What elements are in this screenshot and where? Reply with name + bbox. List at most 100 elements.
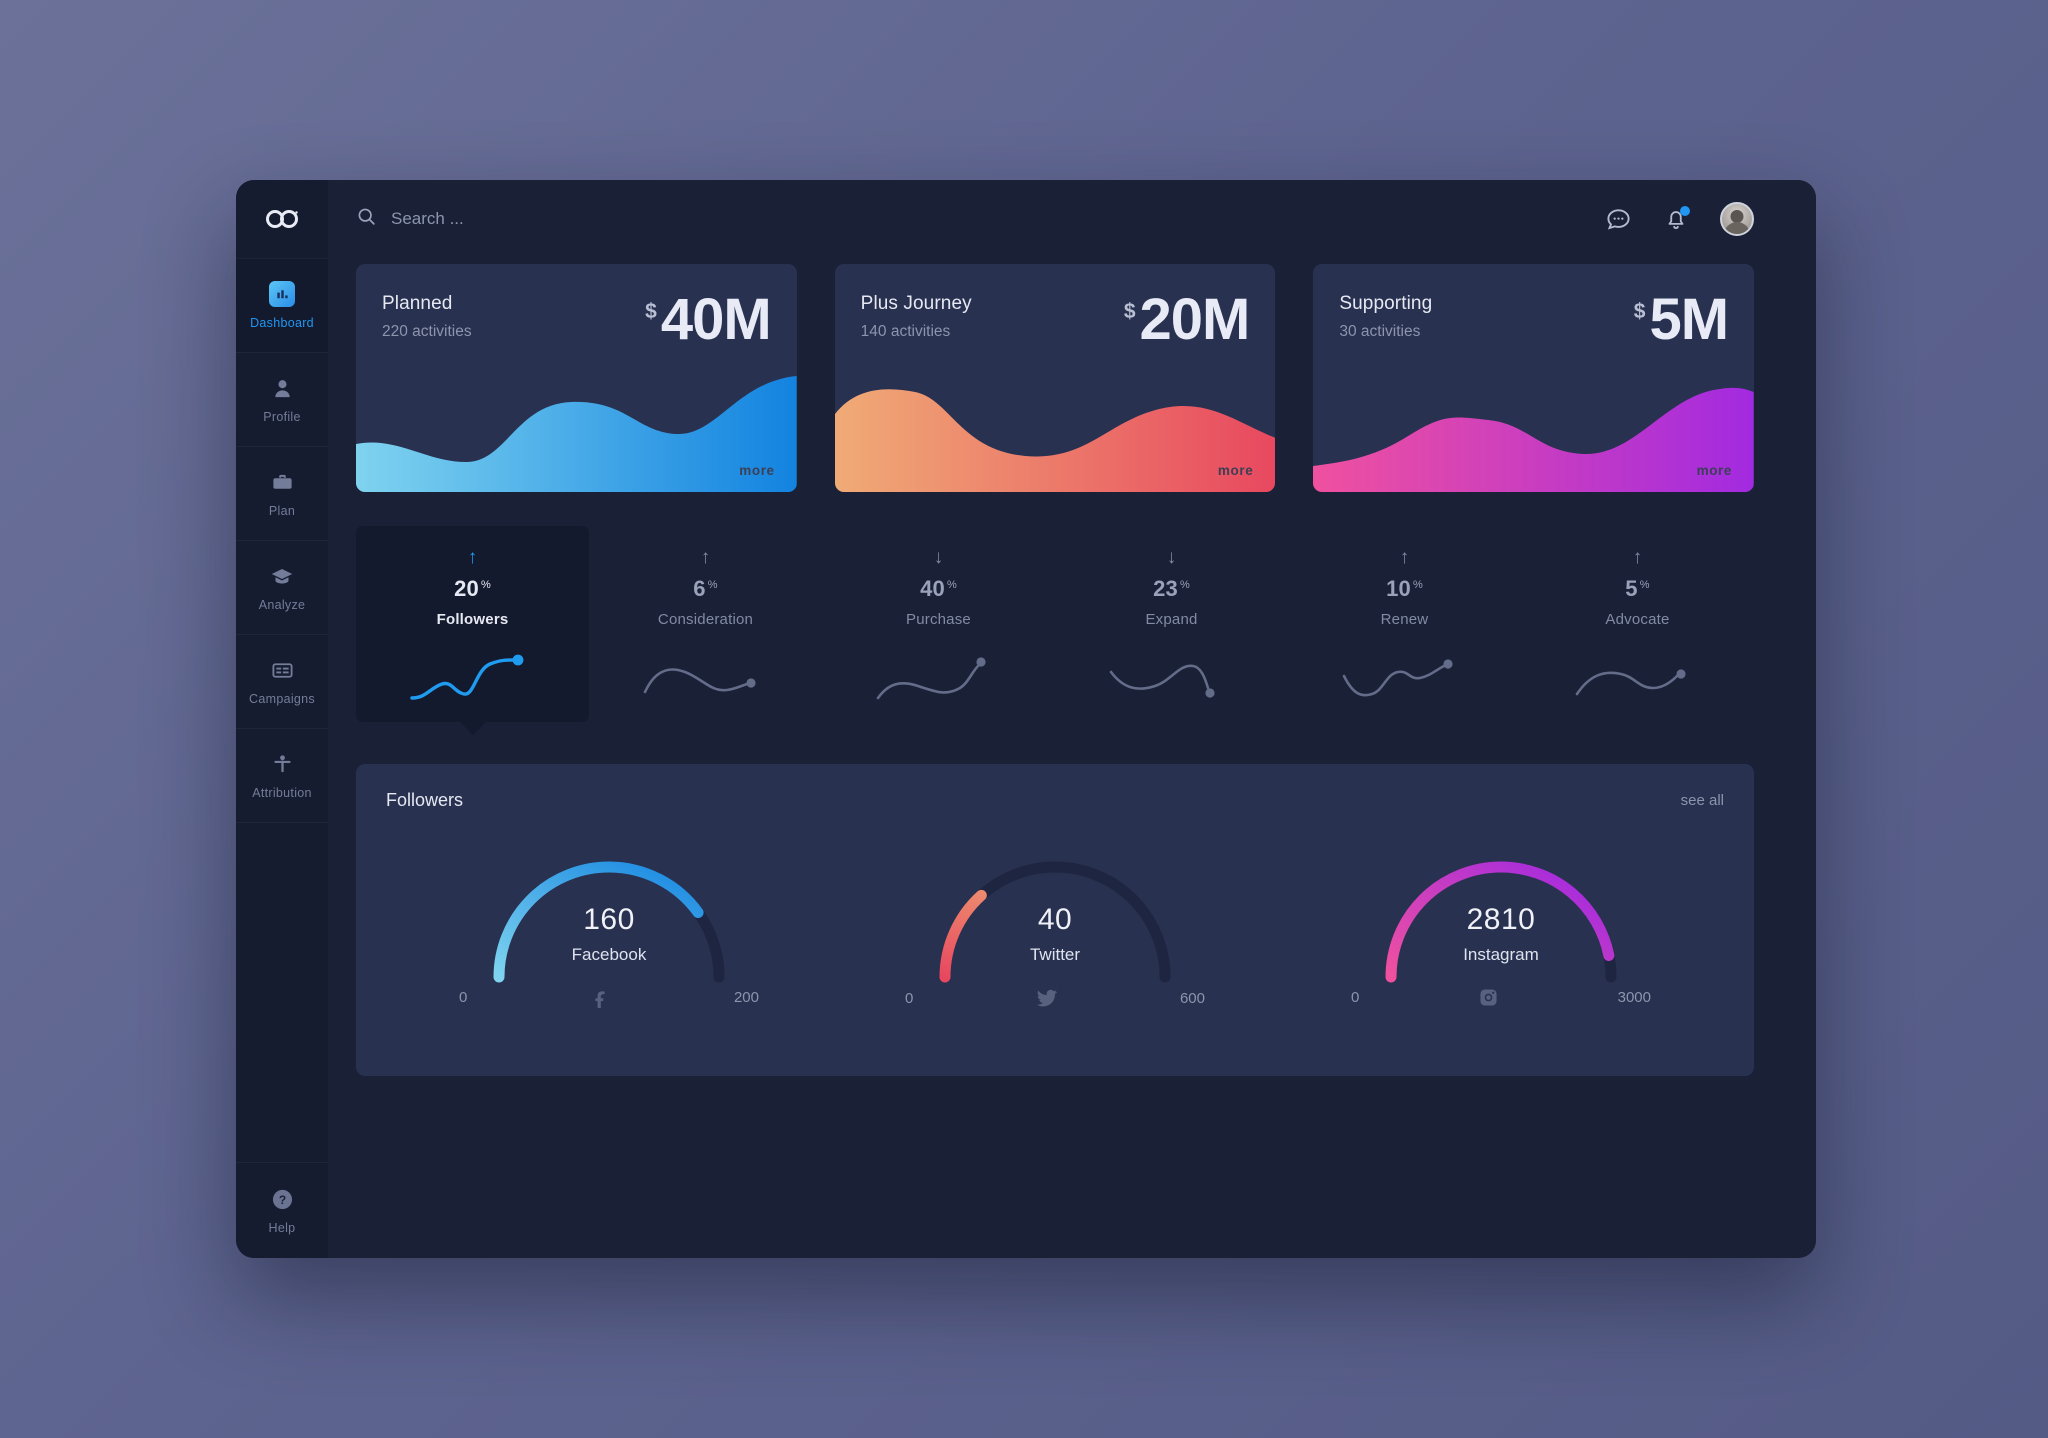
facebook-icon xyxy=(590,987,611,1008)
kpi-title: Supporting xyxy=(1339,293,1433,314)
kpi-wave-chart xyxy=(356,366,797,492)
notification-badge xyxy=(1680,206,1690,216)
trend-down-icon: ↓ xyxy=(1166,547,1177,568)
search-bar[interactable] xyxy=(356,206,1604,232)
avatar[interactable] xyxy=(1720,202,1754,236)
sidebar-item-analyze[interactable]: Analyze xyxy=(236,540,328,634)
sidebar-item-plan[interactable]: Plan xyxy=(236,446,328,540)
funnel-value: 10% xyxy=(1386,576,1423,602)
funnel-value-number: 40 xyxy=(920,576,945,601)
funnel-item-renew[interactable]: ↑ 10% Renew xyxy=(1288,526,1521,722)
bell-icon[interactable] xyxy=(1662,205,1690,233)
app-logo[interactable] xyxy=(236,180,328,258)
funnel-value-unit: % xyxy=(707,578,718,591)
funnel-label: Expand xyxy=(1145,611,1198,628)
funnel-value-number: 6 xyxy=(693,576,706,601)
gauge-center-labels: 40 Twitter xyxy=(905,903,1205,965)
gauge-center-labels: 2810 Instagram xyxy=(1351,903,1651,965)
svg-text:?: ? xyxy=(278,1192,285,1206)
funnel-value: 20% xyxy=(454,576,491,602)
app-window: Dashboard Profile Plan Analyze Campaigns… xyxy=(236,180,1816,1258)
kpi-value: 5M xyxy=(1649,287,1729,352)
kpi-card-row: Planned 220 activities $ 40M more Plus J… xyxy=(356,264,1755,492)
kpi-subtitle: 30 activities xyxy=(1339,323,1421,340)
kpi-subtitle: 140 activities xyxy=(860,323,951,340)
bar-chart-icon xyxy=(269,281,295,307)
infinity-logo-icon xyxy=(262,207,302,231)
chat-bubble-icon[interactable] xyxy=(1604,205,1632,233)
sidebar-item-label: Campaigns xyxy=(249,692,315,706)
funnel-value-number: 23 xyxy=(1153,576,1178,601)
gauge-arc: 40 Twitter xyxy=(905,817,1205,985)
funnel-value: 5% xyxy=(1625,576,1649,602)
see-all-link[interactable]: see all xyxy=(1681,792,1724,809)
followers-panel: Followers see all 160 Facebook 0 200 40 … xyxy=(356,764,1754,1076)
funnel-value: 23% xyxy=(1153,576,1190,602)
funnel-value-number: 5 xyxy=(1625,576,1638,601)
kpi-currency: $ xyxy=(1123,300,1136,323)
person-arms-icon xyxy=(269,751,295,777)
gauge-center-labels: 160 Facebook xyxy=(459,903,759,965)
sidebar-item-label: Attribution xyxy=(252,786,312,800)
sidebar-nav: Dashboard Profile Plan Analyze Campaigns… xyxy=(236,258,328,822)
funnel-value-unit: % xyxy=(1639,578,1650,591)
kpi-card-supporting[interactable]: Supporting 30 activities $ 5M more xyxy=(1313,264,1755,492)
funnel-sparkline xyxy=(641,648,771,704)
more-link[interactable]: more xyxy=(1697,463,1732,478)
funnel-metrics-row: ↑ 20% Followers ↑ 6% Consideration ↓ 40 … xyxy=(356,526,1754,722)
sidebar-item-label: Dashboard xyxy=(250,316,314,330)
gauge-facebook[interactable]: 160 Facebook 0 200 xyxy=(386,817,832,1009)
gauge-name: Twitter xyxy=(1029,945,1081,964)
gauge-axis-max: 3000 xyxy=(1617,989,1651,1006)
kpi-currency: $ xyxy=(1633,300,1646,323)
gauge-axis-max: 600 xyxy=(1179,989,1205,1007)
sidebar-item-attribution[interactable]: Attribution xyxy=(236,728,328,822)
gauge-instagram[interactable]: 2810 Instagram 0 3000 xyxy=(1278,817,1724,1009)
sidebar-item-help[interactable]: ? Help xyxy=(236,1162,328,1258)
funnel-label: Renew xyxy=(1380,611,1429,628)
trend-down-icon: ↓ xyxy=(933,547,944,568)
funnel-sparkline xyxy=(1573,648,1703,704)
funnel-item-purchase[interactable]: ↓ 40% Purchase xyxy=(822,526,1055,722)
user-icon xyxy=(269,375,295,401)
search-input[interactable] xyxy=(391,209,711,229)
gauge-name: Facebook xyxy=(571,945,647,964)
twitter-icon xyxy=(1036,987,1058,1009)
funnel-item-expand[interactable]: ↓ 23% Expand xyxy=(1055,526,1288,722)
gauge-axis-min: 0 xyxy=(1351,989,1360,1006)
sidebar-item-campaigns[interactable]: Campaigns xyxy=(236,634,328,728)
gauge-axis-min: 0 xyxy=(905,989,914,1007)
topbar-actions xyxy=(1604,202,1754,236)
kpi-value: 20M xyxy=(1139,287,1251,352)
funnel-value: 40% xyxy=(920,576,957,602)
sidebar-item-label: Profile xyxy=(263,410,301,424)
funnel-label: Followers xyxy=(436,611,509,628)
gauge-axis: 0 3000 xyxy=(1351,987,1651,1008)
gauge-chart-row: 160 Facebook 0 200 40 Twitter 0 600 2810… xyxy=(386,817,1724,1009)
kpi-card-planned[interactable]: Planned 220 activities $ 40M more xyxy=(356,264,797,492)
gauge-value: 160 xyxy=(583,903,635,936)
sidebar-item-profile[interactable]: Profile xyxy=(236,352,328,446)
funnel-item-consideration[interactable]: ↑ 6% Consideration xyxy=(589,526,822,722)
funnel-value-unit: % xyxy=(1179,578,1190,591)
funnel-value-unit: % xyxy=(1412,578,1423,591)
gauge-arc: 2810 Instagram xyxy=(1351,817,1651,985)
gauge-twitter[interactable]: 40 Twitter 0 600 xyxy=(832,817,1278,1009)
trend-up-icon: ↑ xyxy=(467,547,478,568)
dashboard-content: Planned 220 activities $ 40M more Plus J… xyxy=(328,258,1816,1076)
funnel-value-unit: % xyxy=(946,578,957,591)
more-link[interactable]: more xyxy=(1218,463,1253,478)
gauge-axis: 0 200 xyxy=(459,987,759,1008)
panel-header: Followers see all xyxy=(386,790,1724,811)
kpi-card-plus-journey[interactable]: Plus Journey 140 activities $ 20M more xyxy=(834,264,1276,492)
funnel-label: Consideration xyxy=(657,611,754,628)
more-link[interactable]: more xyxy=(739,463,774,478)
funnel-item-followers[interactable]: ↑ 20% Followers xyxy=(356,526,589,722)
sidebar-item-label: Help xyxy=(268,1221,296,1235)
sidebar-item-dashboard[interactable]: Dashboard xyxy=(236,258,328,352)
funnel-sparkline xyxy=(1107,648,1237,704)
funnel-value-number: 20 xyxy=(454,576,479,601)
funnel-item-advocate[interactable]: ↑ 5% Advocate xyxy=(1521,526,1754,722)
funnel-value: 6% xyxy=(693,576,717,602)
kpi-currency: $ xyxy=(645,300,657,323)
